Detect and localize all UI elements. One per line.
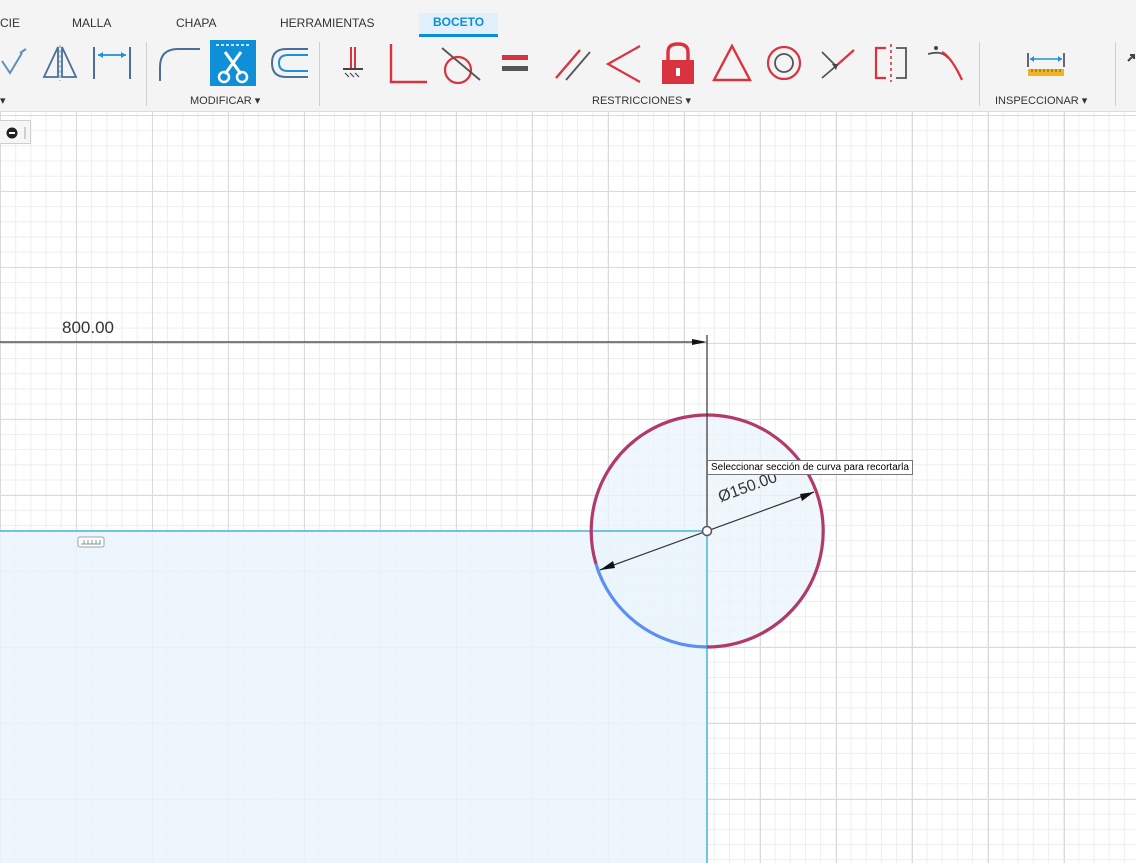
- dimension-arrowhead: [692, 339, 707, 345]
- sketch-geometry: [0, 335, 825, 863]
- circle-center-point[interactable]: [701, 525, 713, 537]
- horizontal-constraint-icon[interactable]: [77, 536, 105, 548]
- dimension-value-800[interactable]: 800.00: [62, 318, 114, 338]
- tool-tooltip: Seleccionar sección de curva para recort…: [707, 460, 913, 475]
- canvas-mini-toolbar: [0, 120, 31, 144]
- visibility-icon[interactable]: [0, 121, 31, 145]
